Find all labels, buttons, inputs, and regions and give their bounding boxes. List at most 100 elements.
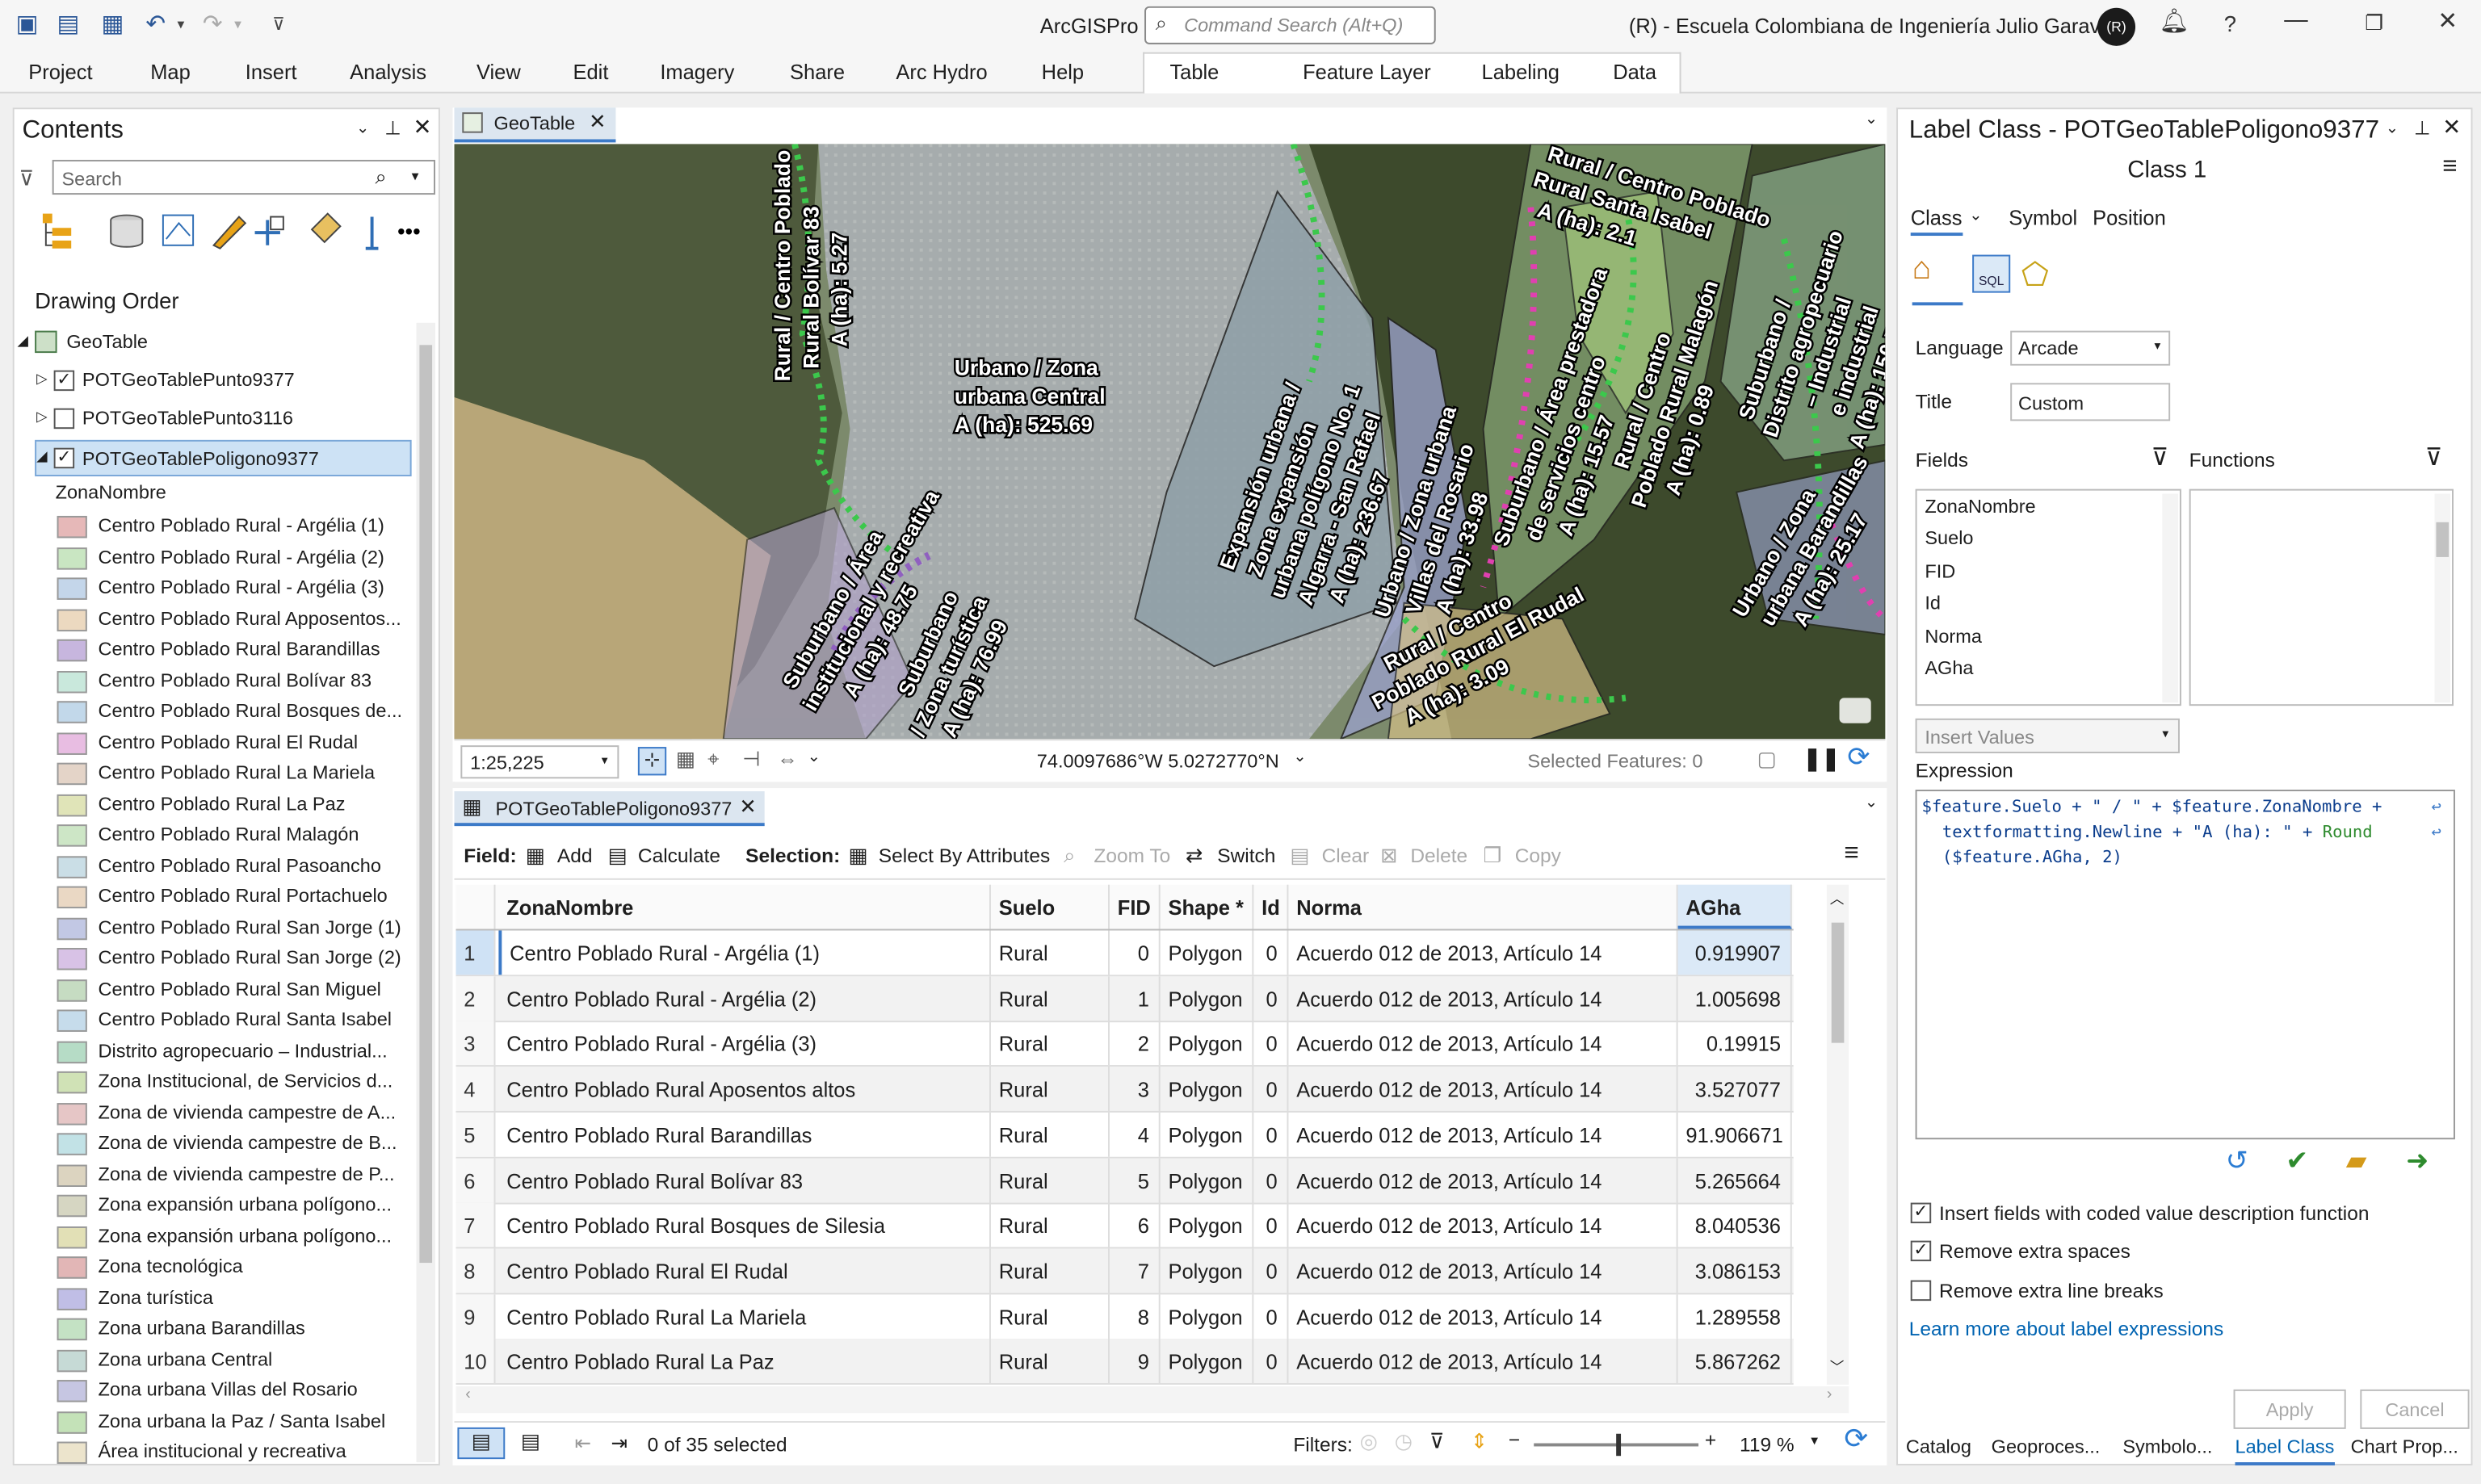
legend-swatch[interactable] bbox=[57, 670, 87, 693]
tab-insert[interactable]: Insert bbox=[246, 60, 297, 83]
legend-swatch[interactable] bbox=[57, 701, 87, 723]
grid-icon[interactable]: ▦ bbox=[676, 747, 695, 772]
pause-drawing-icon[interactable]: ❚❚ bbox=[1803, 745, 1840, 772]
search-dropdown-icon[interactable]: ▾ bbox=[412, 168, 419, 186]
cell-norma[interactable]: Acuerdo 012 de 2013, Artículo 14 bbox=[1288, 1293, 1678, 1339]
legend-item[interactable]: Centro Poblado Rural Apposentos... bbox=[15, 604, 410, 634]
legend-swatch[interactable] bbox=[57, 1256, 87, 1279]
delete-icon[interactable]: ⊠ bbox=[1380, 844, 1397, 869]
learn-more-link[interactable]: Learn more about label expressions bbox=[1909, 1318, 2224, 1340]
cell-norma[interactable]: Acuerdo 012 de 2013, Artículo 14 bbox=[1288, 1157, 1678, 1202]
cell-norma[interactable]: Acuerdo 012 de 2013, Artículo 14 bbox=[1288, 930, 1678, 975]
zoom-to-button[interactable]: Zoom To bbox=[1094, 845, 1170, 867]
cell-id[interactable]: 0 bbox=[1253, 1293, 1289, 1339]
undo-dropdown-icon[interactable]: ▾ bbox=[178, 16, 185, 34]
contents-scrollbar[interactable] bbox=[416, 322, 435, 1463]
legend-swatch[interactable] bbox=[57, 577, 87, 600]
last-record-icon[interactable]: ⇥ bbox=[611, 1431, 628, 1454]
column-header-zonanombre[interactable]: ZonaNombre bbox=[498, 884, 991, 929]
legend-item[interactable]: Centro Poblado Rural La Paz bbox=[15, 789, 410, 819]
legend-swatch[interactable] bbox=[57, 793, 87, 816]
legend-swatch[interactable] bbox=[57, 886, 87, 909]
zoom-slider-thumb[interactable] bbox=[1616, 1433, 1622, 1457]
legend-swatch[interactable] bbox=[57, 1071, 87, 1094]
table-horizontal-scrollbar[interactable]: ‹ › bbox=[455, 1385, 1849, 1414]
cell-agha[interactable]: 0.919907 bbox=[1677, 930, 1792, 975]
row-number[interactable]: 6 bbox=[455, 1157, 496, 1202]
add-field-button[interactable]: Add bbox=[557, 845, 593, 867]
row-number[interactable]: 2 bbox=[455, 975, 496, 1021]
label-placement-icon[interactable]: ⬠ bbox=[2021, 255, 2049, 295]
legend-swatch[interactable] bbox=[57, 515, 87, 539]
legend-swatch[interactable] bbox=[57, 1287, 87, 1310]
cell-id[interactable]: 0 bbox=[1253, 1157, 1289, 1202]
cell-norma[interactable]: Acuerdo 012 de 2013, Artículo 14 bbox=[1288, 1248, 1678, 1293]
scroll-left-icon[interactable]: ‹ bbox=[465, 1386, 471, 1404]
cell-fid[interactable]: 9 bbox=[1110, 1339, 1161, 1384]
sql-query-icon[interactable]: SQL bbox=[1972, 254, 2011, 293]
pane-options-icon[interactable]: ⌄ bbox=[356, 120, 369, 138]
coordinates-dropdown-icon[interactable]: ⌄ bbox=[1293, 748, 1306, 766]
zoom-slider[interactable] bbox=[1534, 1433, 1699, 1457]
column-header-suelo[interactable]: Suelo bbox=[991, 884, 1110, 929]
legend-item[interactable]: Zona urbana Central bbox=[15, 1344, 410, 1374]
layer-item-punto9377[interactable]: ▷ ✓ POTGeoTablePunto9377 bbox=[36, 366, 401, 396]
cell-norma[interactable]: Acuerdo 012 de 2013, Artículo 14 bbox=[1288, 1112, 1678, 1157]
command-search-input[interactable]: ⌕ Command Search (Alt+Q) bbox=[1144, 6, 1436, 44]
filter-range-icon[interactable]: ⇕ bbox=[1471, 1429, 1488, 1454]
cell-norma[interactable]: Acuerdo 012 de 2013, Artículo 14 bbox=[1288, 1021, 1678, 1066]
tab-labeling[interactable]: Labeling bbox=[1482, 60, 1560, 83]
zoom-dropdown-icon[interactable]: ▾ bbox=[1811, 1432, 1818, 1450]
expand-icon[interactable]: ▷ bbox=[36, 409, 48, 426]
column-header-id[interactable]: Id bbox=[1253, 884, 1289, 929]
functions-filter-icon[interactable]: ⊽ bbox=[2425, 443, 2443, 472]
cell-id[interactable]: 0 bbox=[1253, 975, 1289, 1021]
save-project-icon[interactable]: ▦ bbox=[101, 10, 124, 38]
legend-item[interactable]: Centro Poblado Rural San Jorge (2) bbox=[15, 943, 410, 973]
bottom-tab-catalog[interactable]: Catalog bbox=[1906, 1436, 1971, 1457]
cell-suelo[interactable]: Rural bbox=[991, 975, 1110, 1021]
status-dropdown-icon[interactable]: ⌄ bbox=[808, 748, 821, 766]
tab-table[interactable]: Table bbox=[1169, 60, 1219, 83]
cell-suelo[interactable]: Rural bbox=[991, 1112, 1110, 1157]
legend-swatch[interactable] bbox=[57, 855, 87, 878]
column-header-shape[interactable]: Shape * bbox=[1161, 884, 1254, 929]
cell-id[interactable]: 0 bbox=[1253, 930, 1289, 975]
legend-swatch[interactable] bbox=[57, 1411, 87, 1433]
cancel-button[interactable]: Cancel bbox=[2360, 1389, 2470, 1429]
legend-swatch[interactable] bbox=[57, 732, 87, 754]
scroll-down-icon[interactable]: ﹀ bbox=[1830, 1356, 1845, 1377]
row-number[interactable]: 3 bbox=[455, 1021, 496, 1066]
cell-norma[interactable]: Acuerdo 012 de 2013, Artículo 14 bbox=[1288, 1067, 1678, 1112]
cell-shape[interactable]: Polygon bbox=[1161, 1339, 1254, 1384]
remove-spaces-checkbox[interactable]: ✓ bbox=[1910, 1240, 1932, 1262]
cell-suelo[interactable]: Rural bbox=[991, 1021, 1110, 1066]
show-all-records-icon[interactable]: ▤ bbox=[457, 1427, 506, 1460]
constraints-icon[interactable]: ⊣ bbox=[742, 747, 760, 772]
fields-scrollbar[interactable] bbox=[2162, 493, 2178, 703]
field-item[interactable]: FID bbox=[1925, 560, 1955, 581]
cell-norma[interactable]: Acuerdo 012 de 2013, Artículo 14 bbox=[1288, 1339, 1678, 1384]
legend-swatch[interactable] bbox=[57, 916, 87, 940]
copy-icon[interactable]: ❐ bbox=[1484, 844, 1502, 869]
bottom-tab-label-class[interactable]: Label Class bbox=[2235, 1436, 2335, 1465]
tab-edit[interactable]: Edit bbox=[573, 60, 609, 83]
cell-norma[interactable]: Acuerdo 012 de 2013, Artículo 14 bbox=[1288, 975, 1678, 1021]
table-menu-icon[interactable]: ≡ bbox=[1844, 841, 1858, 869]
legend-item[interactable]: Centro Poblado Rural Malagón bbox=[15, 820, 410, 849]
collapse-icon[interactable]: ◢ bbox=[18, 333, 29, 350]
zoom-level[interactable]: 119 % bbox=[1740, 1434, 1795, 1456]
layer-visibility-checkbox[interactable]: ✓ bbox=[53, 370, 75, 392]
cell-fid[interactable]: 2 bbox=[1110, 1021, 1161, 1066]
cell-zonanombre[interactable]: Centro Poblado Rural La Paz bbox=[498, 1339, 991, 1384]
scroll-up-icon[interactable]: ︿ bbox=[1830, 888, 1845, 908]
cell-norma[interactable]: Acuerdo 012 de 2013, Artículo 14 bbox=[1288, 1202, 1678, 1247]
column-header-agha[interactable]: AGha bbox=[1677, 884, 1792, 929]
table-row[interactable]: 8 Centro Poblado Rural El Rudal Rural 7 Poly… bbox=[455, 1248, 1794, 1295]
cell-id[interactable]: 0 bbox=[1253, 1339, 1289, 1384]
cell-agha[interactable]: 1.289558 bbox=[1678, 1293, 1792, 1339]
legend-item[interactable]: Centro Poblado Rural San Jorge (1) bbox=[15, 912, 410, 942]
expand-icon[interactable]: ▷ bbox=[36, 371, 48, 388]
layer-visibility-checkbox[interactable] bbox=[53, 408, 75, 430]
cell-shape[interactable]: Polygon bbox=[1161, 1248, 1254, 1293]
